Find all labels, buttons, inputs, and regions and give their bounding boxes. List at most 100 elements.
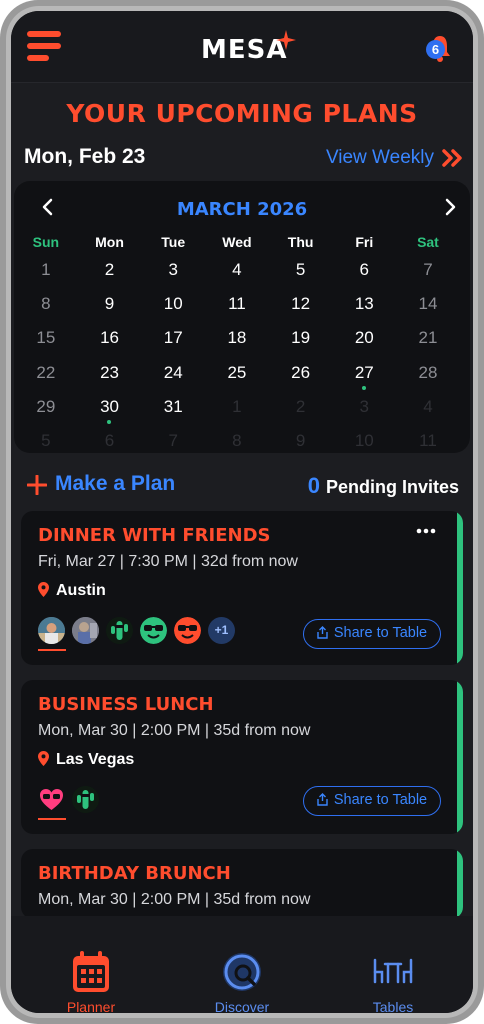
calendar-day-number: 10 <box>354 430 374 450</box>
share-icon <box>317 793 328 806</box>
device-frame: MESA 6 YOUR UPCOMING PLANS Mon, Feb 23 V… <box>0 0 484 1024</box>
calendar-day-number: 1 <box>41 260 51 279</box>
calendar-day-number: 18 <box>227 328 247 348</box>
share-to-table-label: Share to Table <box>333 792 428 808</box>
calendar-day[interactable]: 28 <box>396 362 460 396</box>
calendar-day[interactable]: 1 <box>14 259 78 293</box>
calendar-day-number: 10 <box>163 294 183 314</box>
calendar-day[interactable]: 20 <box>332 327 396 361</box>
calendar-day-number: 2 <box>295 396 306 416</box>
calendar-day[interactable]: 5 <box>269 259 333 293</box>
organizer-indicator <box>38 818 66 820</box>
calendar-day[interactable]: 17 <box>141 327 205 361</box>
view-weekly-link[interactable]: View Weekly <box>326 147 434 169</box>
heart-sunglasses-avatar[interactable] <box>38 786 65 813</box>
cactus-avatar[interactable] <box>72 786 99 813</box>
calendar-day[interactable]: 11 <box>205 293 269 327</box>
weekday-label: Sun <box>32 234 60 250</box>
calendar-day[interactable]: 14 <box>396 293 460 327</box>
weekday-label: Sat <box>417 234 439 250</box>
hamburger-menu-icon[interactable] <box>27 31 61 61</box>
plan-title: DINNER WITH FRIENDS <box>38 525 271 546</box>
calendar-day[interactable]: 25 <box>205 362 269 396</box>
nav-tables[interactable]: Tables <box>333 916 453 1013</box>
location-pin-icon <box>38 582 49 597</box>
sunglasses-face-avatar[interactable] <box>174 617 201 644</box>
plan-card[interactable]: BIRTHDAY BRUNCH Mon, Mar 30 | 2:00 PM | … <box>21 849 463 919</box>
calendar-day-number: 13 <box>354 294 374 314</box>
calendar-day: 6 <box>78 430 142 453</box>
share-to-table-button[interactable]: Share to Table <box>303 786 441 816</box>
calendar-day[interactable]: 8 <box>14 293 78 327</box>
calendar-week-row: 1 2 3 4 5 6 7 <box>14 259 470 293</box>
calendar-day[interactable]: 22 <box>14 362 78 396</box>
current-date: Mon, Feb 23 <box>24 145 146 168</box>
calendar-day[interactable]: 16 <box>78 327 142 361</box>
calendar-day[interactable]: 13 <box>332 293 396 327</box>
calendar-day[interactable]: 27 <box>332 362 396 396</box>
nav-tables-label: Tables <box>372 999 414 1013</box>
calendar-day[interactable]: 29 <box>14 396 78 430</box>
calendar-week-row: 15 16 17 18 19 20 21 <box>14 327 470 361</box>
plan-indicator-dot <box>362 385 367 390</box>
calendar-day-number: 15 <box>36 328 56 348</box>
calendar-day[interactable]: 15 <box>14 327 78 361</box>
notification-count-badge: 6 <box>426 40 445 59</box>
plan-card[interactable]: BUSINESS LUNCH Mon, Mar 30 | 2:00 PM | 3… <box>21 680 463 834</box>
organizer-indicator <box>38 649 66 651</box>
device-bezel: MESA 6 YOUR UPCOMING PLANS Mon, Feb 23 V… <box>6 6 478 1018</box>
calendar-day[interactable]: 7 <box>396 259 460 293</box>
calendar-day[interactable]: 30 <box>78 396 142 430</box>
top-bar: MESA 6 <box>11 11 473 83</box>
calendar-day-number: 11 <box>228 294 246 314</box>
nav-discover[interactable]: Discover <box>182 916 302 1013</box>
calendar-day[interactable]: 3 <box>141 259 205 293</box>
calendar-day: 7 <box>141 430 205 453</box>
share-to-table-button[interactable]: Share to Table <box>303 619 441 649</box>
calendar-day-number: 17 <box>163 328 183 348</box>
calendar-day: 4 <box>396 396 460 430</box>
calendar-day-number: 6 <box>359 260 370 279</box>
calendar-day[interactable]: 24 <box>141 362 205 396</box>
calendar-day-number: 16 <box>100 328 119 348</box>
more-options-icon[interactable] <box>415 527 437 535</box>
calendar-day[interactable]: 12 <box>269 293 333 327</box>
calendar-day[interactable]: 9 <box>78 293 142 327</box>
cactus-avatar[interactable] <box>106 617 133 644</box>
calendar-day-number: 28 <box>418 362 438 382</box>
nav-planner-label: Planner <box>66 999 116 1013</box>
calendar-day[interactable]: 10 <box>141 293 205 327</box>
plan-card[interactable]: DINNER WITH FRIENDS Fri, Mar 27 | 7:30 P… <box>21 511 463 665</box>
calendar-day[interactable]: 21 <box>396 327 460 361</box>
calendar-day[interactable]: 26 <box>269 362 333 396</box>
calendar-day[interactable]: 6 <box>332 259 396 293</box>
app-screen: MESA 6 YOUR UPCOMING PLANS Mon, Feb 23 V… <box>11 11 473 1013</box>
avatar[interactable] <box>38 617 65 644</box>
calendar-day[interactable]: 18 <box>205 327 269 361</box>
calendar-day-number: 24 <box>163 362 183 382</box>
calendar-day[interactable]: 4 <box>205 259 269 293</box>
calendar-day-number: 7 <box>168 430 178 450</box>
double-chevron-right-icon[interactable] <box>442 148 464 168</box>
calendar-day[interactable]: 23 <box>78 362 142 396</box>
calendar-day: 10 <box>332 430 396 453</box>
more-attendees-badge[interactable]: +1 <box>208 617 235 644</box>
pending-invites[interactable]: 0 Pending Invites <box>308 473 459 499</box>
calendar-day[interactable]: 19 <box>269 327 333 361</box>
plan-location-name: Austin <box>56 582 106 599</box>
calendar-week-row: 29 30 31 1 2 3 4 <box>14 396 470 430</box>
bottom-navigation: Planner Discover Tables <box>11 916 473 1013</box>
plan-status-accent <box>457 680 463 834</box>
calendar-week-row: 22 23 24 25 26 27 28 <box>14 362 470 396</box>
calendar-day-number: 11 <box>419 430 437 450</box>
avatar[interactable] <box>72 617 99 644</box>
page-title: YOUR UPCOMING PLANS <box>66 99 418 128</box>
nav-planner[interactable]: Planner <box>31 916 151 1013</box>
next-month-icon[interactable] <box>440 197 460 217</box>
calendar-day[interactable]: 2 <box>78 259 142 293</box>
calendar-day-number: 7 <box>423 260 433 279</box>
calendar-day[interactable]: 31 <box>141 396 205 430</box>
make-a-plan-label: Make a Plan <box>55 472 176 495</box>
calendar-day-number: 25 <box>227 362 247 382</box>
sunglasses-face-avatar[interactable] <box>140 617 167 644</box>
